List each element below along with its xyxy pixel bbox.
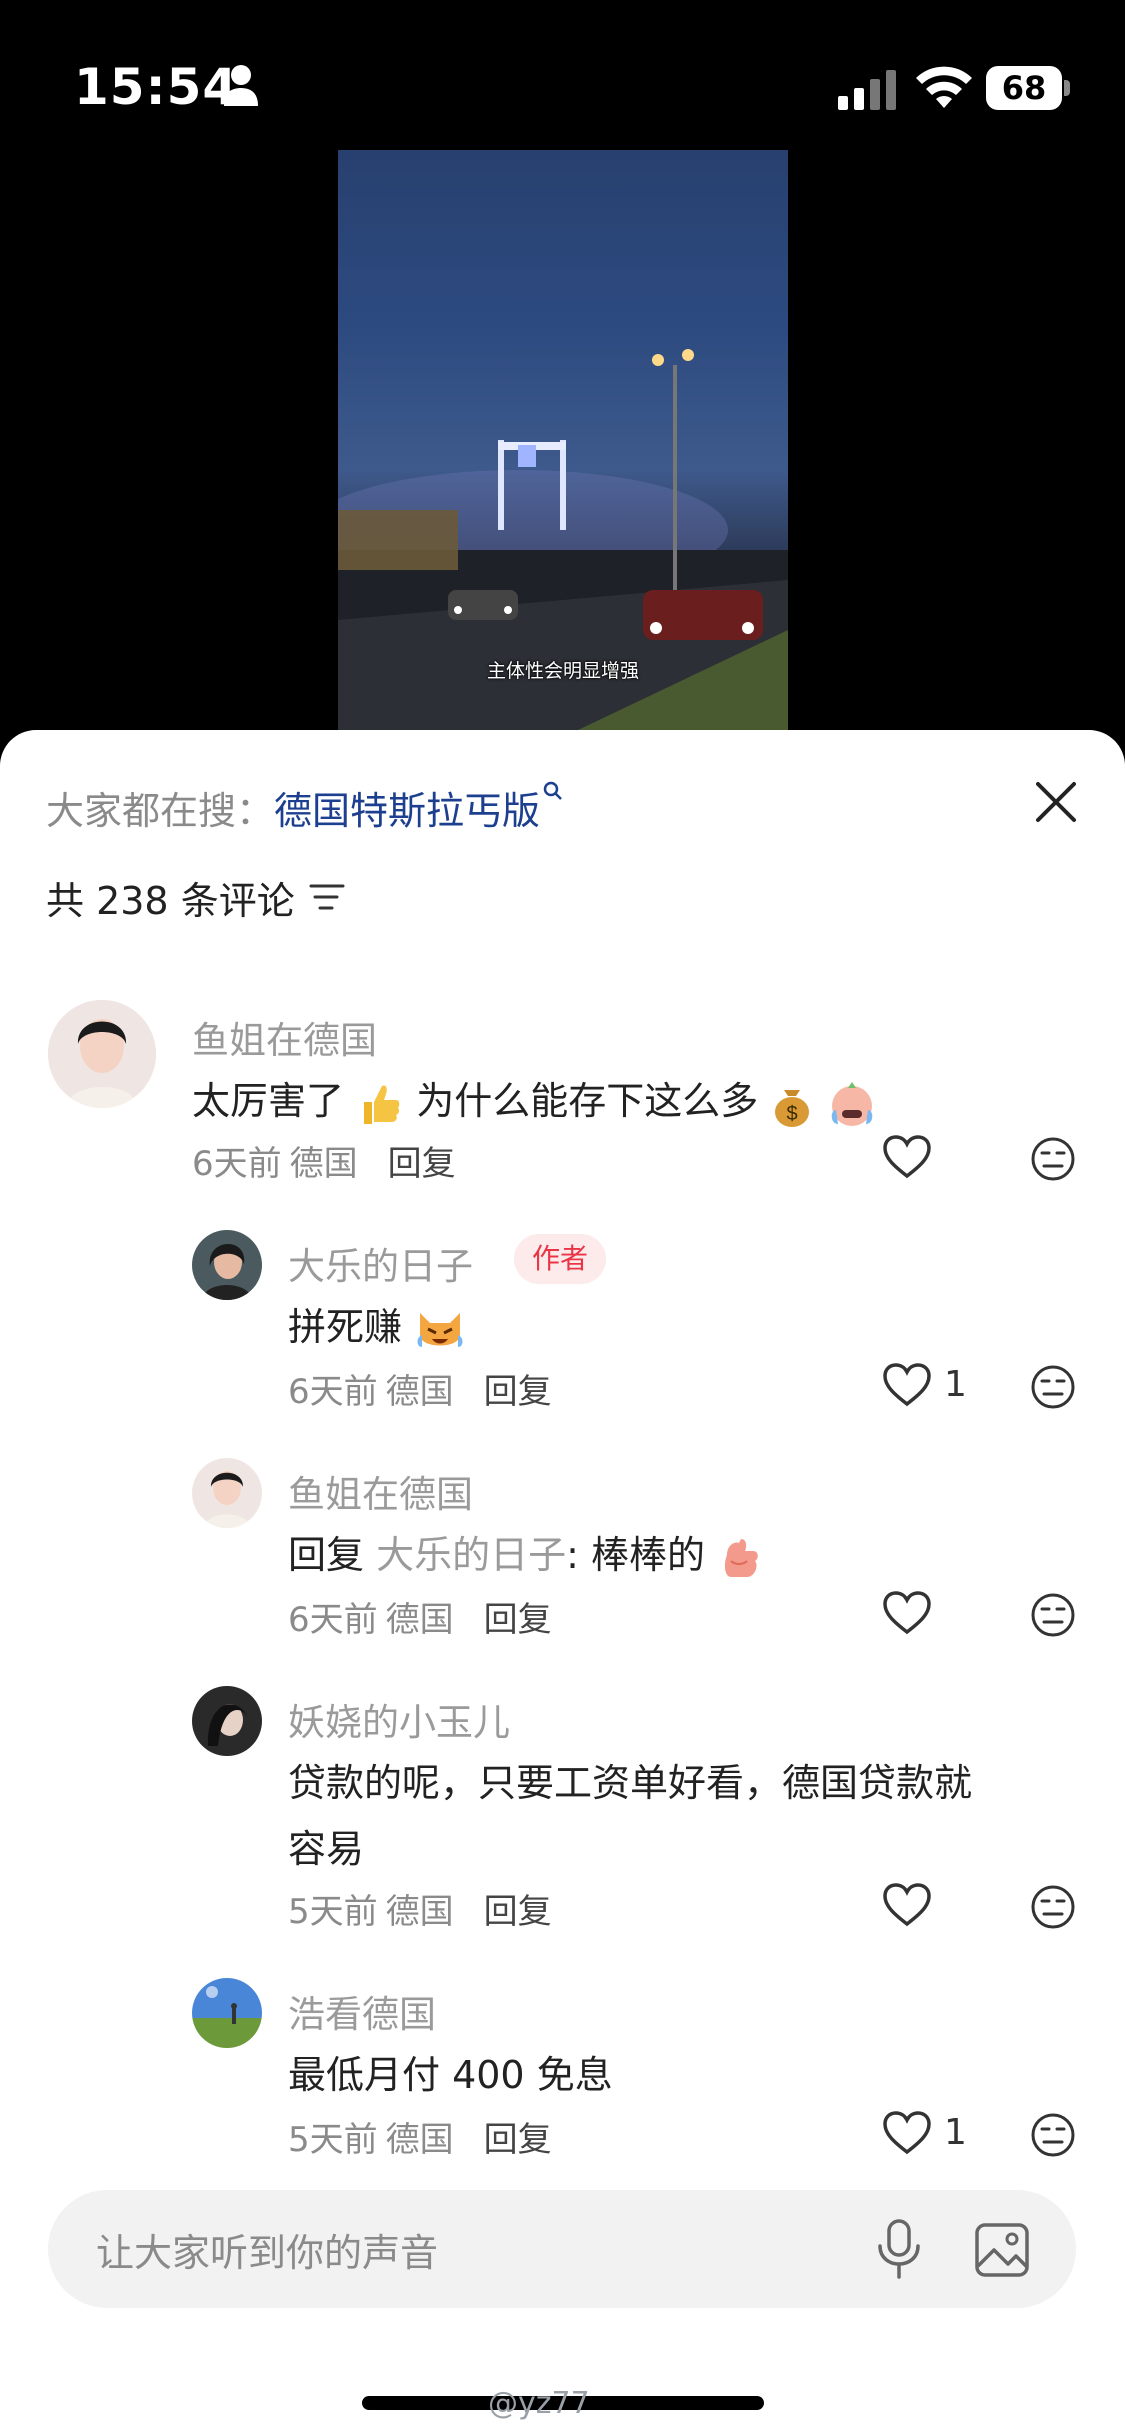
avatar[interactable] xyxy=(192,1686,262,1756)
comment-meta: 6天前 德国 回复 xyxy=(192,1136,456,1185)
comment-location: 德国 xyxy=(385,1372,454,1412)
image-icon[interactable] xyxy=(974,2222,1030,2278)
avatar[interactable] xyxy=(192,1230,262,1300)
status-bar: 15:54 68 xyxy=(0,0,1125,150)
status-time: 15:54 xyxy=(74,58,239,116)
avatar[interactable] xyxy=(192,1978,262,2048)
comment-meta: 6天前 德国 回复 xyxy=(288,1592,552,1641)
comment-author[interactable]: 鱼姐在德国 xyxy=(192,1010,377,1064)
wifi-icon xyxy=(916,66,972,108)
dislike-face-icon[interactable] xyxy=(1030,2112,1076,2158)
heart-icon[interactable] xyxy=(882,1590,932,1636)
heart-icon[interactable] xyxy=(882,2110,932,2156)
crying-face-emoji-icon xyxy=(832,1081,873,1126)
dislike-face-icon[interactable] xyxy=(1030,1592,1076,1638)
comment-input[interactable]: 让大家听到你的声音 xyxy=(48,2190,1076,2308)
comment-text: 回复 大乐的日子: 棒棒的 xyxy=(288,1522,763,1588)
comment-meta: 5天前 德国 回复 xyxy=(288,2112,552,2161)
reply-to-user[interactable]: 大乐的日子 xyxy=(376,1533,566,1577)
comment-input-placeholder: 让大家听到你的声音 xyxy=(96,2231,439,2275)
watermark: @yz77 xyxy=(488,2386,590,2421)
reply-button[interactable]: 回复 xyxy=(484,1892,552,1932)
money-bag-emoji-icon: $ xyxy=(775,1089,810,1127)
comment-count-row: 共 238 条评论 xyxy=(46,870,347,925)
comment-location: 德国 xyxy=(385,1600,454,1640)
battery-indicator: 68 xyxy=(986,66,1070,110)
heart-icon[interactable] xyxy=(882,1362,932,1408)
comment-location: 德国 xyxy=(385,2120,454,2160)
comment-meta: 6天前 德国 回复 xyxy=(288,1364,552,1413)
reply-button[interactable]: 回复 xyxy=(484,1372,552,1412)
avatar[interactable] xyxy=(192,1458,262,1528)
heart-icon[interactable] xyxy=(882,1882,932,1928)
video-subtitle: 主体性会明显增强 xyxy=(486,660,639,682)
person-icon xyxy=(224,65,258,106)
comment-text: 太厉害了 为什么能存下这么多 $ xyxy=(192,1068,878,1134)
sort-filter-icon[interactable] xyxy=(307,880,347,916)
thumbs-up-emoji-icon xyxy=(725,1538,758,1577)
comment-time: 6天前 xyxy=(192,1144,282,1184)
video-player[interactable]: 主体性会明显增强 xyxy=(338,150,788,730)
dislike-face-icon[interactable] xyxy=(1030,1136,1076,1182)
cat-crying-emoji-icon xyxy=(417,1312,463,1347)
comment-text: 拼死赚 xyxy=(288,1294,466,1360)
reply-button[interactable]: 回复 xyxy=(484,2120,552,2160)
comment-count: 共 238 条评论 xyxy=(46,879,295,923)
comment-location: 德国 xyxy=(289,1144,358,1184)
comment-location: 德国 xyxy=(385,1892,454,1932)
trending-search[interactable]: 大家都在搜：德国特斯拉丐版 xyxy=(46,780,564,835)
thumbs-up-emoji-icon xyxy=(364,1084,400,1124)
comment-text: 贷款的呢，只要工资单好看，德国贷款就 容易 xyxy=(288,1761,973,1871)
microphone-icon[interactable] xyxy=(874,2218,924,2280)
comment-sheet: 大家都在搜：德国特斯拉丐版 共 238 条评论 鱼姐在德国 太厉害了 为什么能存… xyxy=(0,730,1125,2436)
dislike-face-icon[interactable] xyxy=(1030,1884,1076,1930)
reply-button[interactable]: 回复 xyxy=(388,1144,456,1184)
comment-time: 6天前 xyxy=(288,1600,378,1640)
svg-text:$: $ xyxy=(787,1103,798,1125)
comment-meta: 5天前 德国 回复 xyxy=(288,1884,552,1933)
comment-author[interactable]: 大乐的日子 xyxy=(288,1236,473,1290)
dislike-face-icon[interactable] xyxy=(1030,1364,1076,1410)
search-icon xyxy=(543,781,562,800)
cellular-signal-icon xyxy=(838,70,896,110)
comment-text: 最低月付 400 免息 xyxy=(288,2053,613,2097)
battery-level: 68 xyxy=(986,66,1062,110)
close-icon[interactable] xyxy=(1032,778,1080,826)
avatar[interactable] xyxy=(48,1000,156,1108)
video-frame-image xyxy=(338,349,788,730)
comment-author[interactable]: 鱼姐在德国 xyxy=(288,1464,473,1518)
comment-author[interactable]: 浩看德国 xyxy=(288,1984,436,2038)
comment-author[interactable]: 妖娆的小玉儿 xyxy=(288,1692,510,1746)
heart-icon[interactable] xyxy=(882,1134,932,1180)
reply-button[interactable]: 回复 xyxy=(484,1600,552,1640)
comment-time: 6天前 xyxy=(288,1372,378,1412)
trending-search-term[interactable]: 德国特斯拉丐版 xyxy=(274,789,540,833)
comment-time: 5天前 xyxy=(288,1892,378,1932)
author-badge: 作者 xyxy=(514,1234,607,1284)
trending-search-label: 大家都在搜： xyxy=(46,789,275,833)
comment-time: 5天前 xyxy=(288,2120,378,2160)
battery-tip xyxy=(1064,80,1070,96)
like-count: 1 xyxy=(944,1364,967,1405)
like-count: 1 xyxy=(944,2112,967,2153)
